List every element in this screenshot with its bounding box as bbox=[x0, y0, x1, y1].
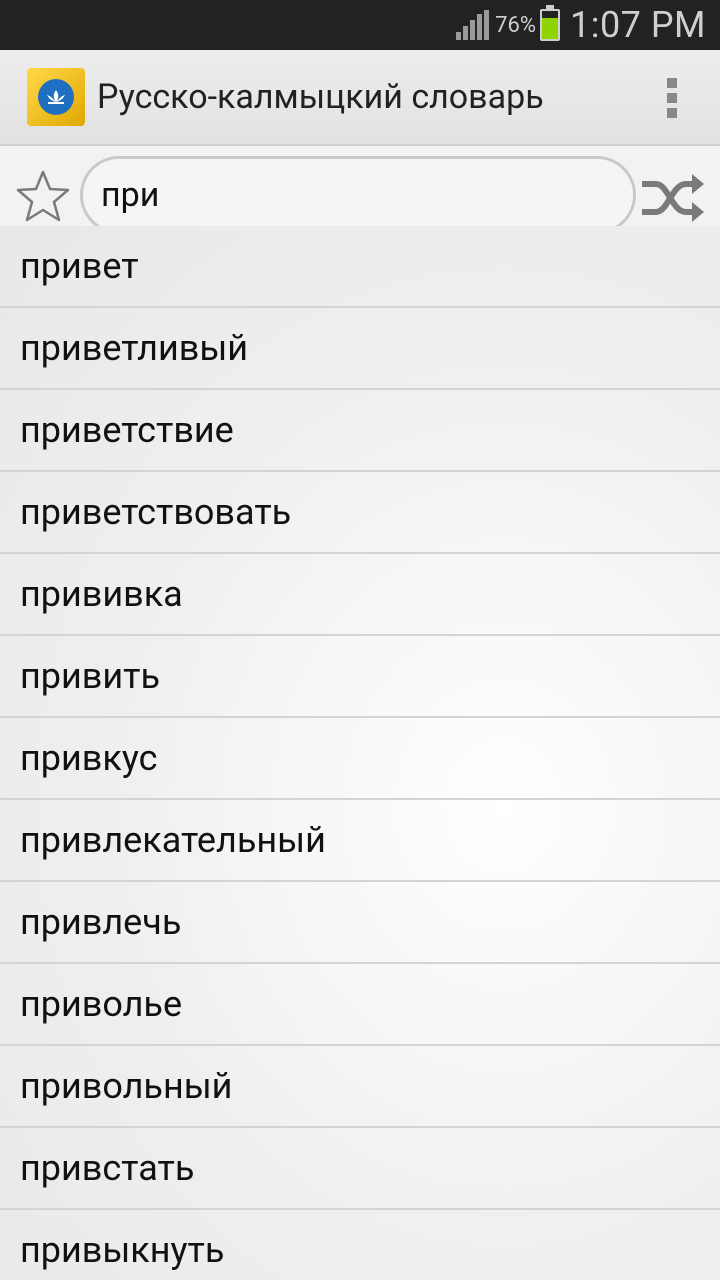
battery-percent: 76% bbox=[495, 12, 536, 38]
shuffle-icon[interactable] bbox=[640, 172, 706, 224]
app-logo-icon[interactable] bbox=[27, 68, 85, 126]
app-title: Русско-калмыцкий словарь bbox=[97, 77, 544, 117]
clock: 1:07 PM bbox=[570, 4, 706, 46]
search-input[interactable]: при bbox=[80, 156, 636, 234]
list-item[interactable]: привить bbox=[0, 636, 720, 718]
list-item[interactable]: привет bbox=[0, 226, 720, 308]
list-item[interactable]: привстать bbox=[0, 1128, 720, 1210]
overflow-menu-icon[interactable] bbox=[664, 78, 680, 118]
battery-icon bbox=[540, 5, 560, 41]
list-item[interactable]: привлечь bbox=[0, 882, 720, 964]
list-item[interactable]: приволье bbox=[0, 964, 720, 1046]
list-item[interactable]: привкус bbox=[0, 718, 720, 800]
favorites-star-icon[interactable] bbox=[14, 168, 72, 226]
word-list: привет приветливый приветствие приветств… bbox=[0, 226, 720, 1280]
list-item[interactable]: привольный bbox=[0, 1046, 720, 1128]
list-item[interactable]: привлекательный bbox=[0, 800, 720, 882]
list-item[interactable]: прививка bbox=[0, 554, 720, 636]
list-item[interactable]: приветливый bbox=[0, 308, 720, 390]
signal-icon bbox=[456, 10, 491, 40]
list-item[interactable]: приветствие bbox=[0, 390, 720, 472]
list-item[interactable]: приветствовать bbox=[0, 472, 720, 554]
action-bar: Русско-калмыцкий словарь bbox=[0, 50, 720, 146]
list-item[interactable]: привыкнуть bbox=[0, 1210, 720, 1280]
status-bar: 76% 1:07 PM bbox=[0, 0, 720, 50]
search-input-value: при bbox=[101, 175, 160, 215]
